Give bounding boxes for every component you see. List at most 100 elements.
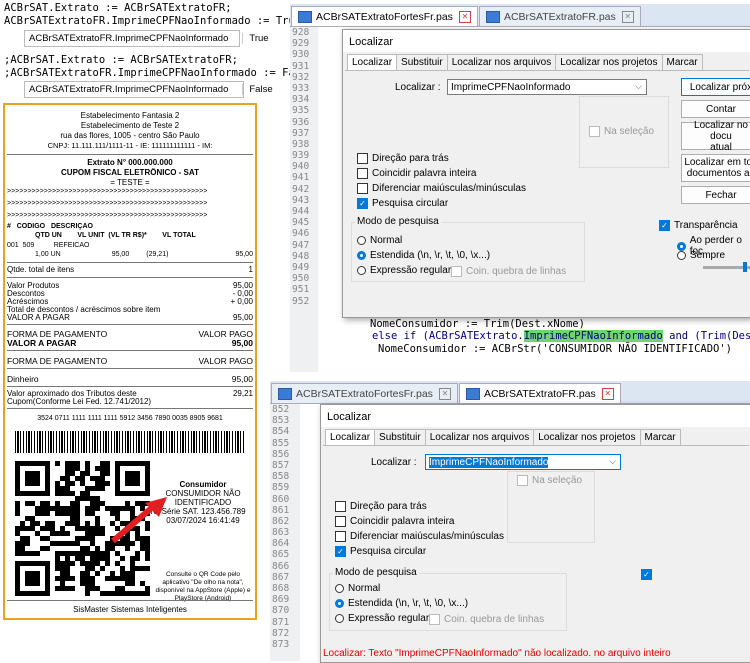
line-number: 872	[272, 627, 290, 639]
vap-value: 95,00	[231, 338, 253, 348]
qr-module	[50, 526, 55, 531]
dot-newline-checkbox[interactable]: Coin. quebra de linhas	[451, 266, 566, 277]
qr-module	[80, 471, 85, 476]
wrap-around-checkbox[interactable]: ✓ Pesquisa circular	[335, 546, 426, 557]
checkbox-box	[335, 501, 346, 512]
backward-checkbox[interactable]: Direção para trás	[357, 153, 449, 164]
qr-module	[55, 461, 60, 466]
backward-checkbox[interactable]: Direção para trás	[335, 501, 427, 512]
qr-module	[125, 571, 130, 576]
find-next-button[interactable]: Localizar próx	[681, 78, 750, 96]
in-selection-checkbox[interactable]: Na seleção	[517, 475, 582, 486]
in-selection-checkbox[interactable]: Na seleção	[589, 126, 654, 137]
transparency-checkbox[interactable]: ✓	[641, 569, 656, 580]
close-icon[interactable]: ✕	[438, 387, 451, 400]
whole-word-checkbox[interactable]: Coincidir palavra inteira	[335, 516, 455, 527]
tab-extratofr[interactable]: ACBrSATExtratoFR.pas ✕	[478, 6, 641, 26]
code-line: NomeConsumidor := ACBrStr('CONSUMIDOR NÃ…	[378, 343, 733, 355]
close-icon[interactable]: ✕	[458, 10, 471, 23]
mode-normal-radio[interactable]: Normal	[335, 583, 380, 594]
qr-module	[25, 501, 30, 506]
qr-info-line: PlayStore (Android)	[174, 595, 232, 602]
mode-normal-radio[interactable]: Normal	[357, 235, 402, 246]
count-button[interactable]: Contar	[681, 100, 750, 118]
checkbox-label: Coincidir palavra inteira	[350, 516, 455, 527]
whole-word-checkbox[interactable]: Coincidir palavra inteira	[357, 168, 477, 179]
tab-marcar[interactable]: Marcar	[661, 54, 703, 70]
qr-module	[95, 466, 100, 471]
qr-module	[65, 531, 70, 536]
qr-module	[95, 551, 100, 556]
tab-substituir[interactable]: Substituir	[396, 54, 448, 70]
qr-module	[145, 586, 150, 591]
checkbox-box	[589, 126, 600, 137]
tab-localizar-projetos[interactable]: Localizar nos projetos	[533, 429, 641, 445]
fp2-value: VALOR PAGO	[198, 356, 253, 366]
transparency-checkbox[interactable]: ✓ Transparência	[659, 220, 738, 231]
qr-module	[100, 481, 105, 486]
qr-module	[85, 511, 90, 516]
chevron-down-icon[interactable]: ⌵	[609, 456, 616, 467]
tab-localizar-arquivos[interactable]: Localizar nos arquivos	[424, 429, 535, 445]
tab-localizar[interactable]: Localizar	[347, 54, 398, 70]
code-line: else if (ACBrSATExtrato.ImprimeCPFNaoInf…	[372, 330, 750, 342]
qr-module	[55, 491, 60, 496]
line-number: 951	[292, 284, 310, 296]
transp-always-radio[interactable]: Sempre	[677, 250, 725, 261]
tab-localizar-arquivos[interactable]: Localizar nos arquivos	[446, 54, 557, 70]
match-case-checkbox[interactable]: Diferenciar maiúsculas/minúsculas	[335, 531, 504, 542]
qr-module	[90, 586, 95, 591]
qr-module	[70, 541, 75, 546]
line-number: 858	[272, 471, 290, 483]
tab-localizar-projetos[interactable]: Localizar nos projetos	[555, 54, 663, 70]
qr-module	[85, 461, 90, 466]
qr-module	[80, 526, 85, 531]
qr-module	[115, 561, 120, 566]
find-in-doc-button[interactable]: Localizar no docu atual	[681, 120, 750, 153]
qr-module	[30, 551, 35, 556]
tab-marcar[interactable]: Marcar	[639, 429, 681, 445]
tab-fortesfr[interactable]: ACBrSATExtratoFortesFr.pas ✕	[291, 6, 478, 26]
qr-module	[20, 551, 25, 556]
checkbox-label: Direção para trás	[350, 501, 427, 512]
dot-newline-checkbox[interactable]: Coin. quebra de linhas	[429, 614, 544, 625]
find-input[interactable]: ImprimeCPFNaoInformado ⌵	[425, 454, 621, 470]
slider-thumb[interactable]	[743, 262, 747, 272]
line-number: 873	[272, 638, 290, 650]
match-case-checkbox[interactable]: Diferenciar maiúsculas/minúsculas	[357, 183, 526, 194]
qr-module	[100, 591, 105, 596]
line-number: 947	[292, 239, 310, 251]
qr-module	[85, 491, 90, 496]
qr-module	[130, 571, 135, 576]
mode-extended-radio[interactable]: Estendida (\n, \r, \t, \0, \x...)	[335, 598, 468, 609]
find-input[interactable]: ImprimeCPFNaoInformado ⌵	[447, 79, 647, 95]
wrap-around-checkbox[interactable]: ✓ Pesquisa circular	[357, 198, 448, 209]
close-icon[interactable]: ✕	[601, 387, 614, 400]
qr-module	[100, 471, 105, 476]
pagar-value: 95,00	[232, 313, 253, 322]
qr-module	[65, 541, 70, 546]
fp2-label: FORMA DE PAGAMENTO	[7, 356, 108, 366]
close-icon[interactable]: ✕	[621, 10, 634, 23]
mode-extended-radio[interactable]: Estendida (\n, \r, \t, \0, \x...)	[357, 250, 490, 261]
find-all-docs-button[interactable]: Localizar em tod documentos ab	[681, 154, 750, 182]
line-number: 868	[272, 583, 290, 594]
tab-extratofr[interactable]: ACBrSATExtratoFR.pas ✕	[458, 383, 621, 403]
qr-module	[75, 516, 80, 521]
qr-module	[85, 581, 90, 586]
tab-fortesfr[interactable]: ACBrSATExtratoFortesFr.pas ✕	[271, 383, 458, 403]
chevron-down-icon[interactable]: ⌵	[635, 81, 642, 92]
qr-module	[105, 546, 110, 551]
mode-regex-radio[interactable]: Expressão regular	[335, 613, 429, 624]
qr-module	[130, 591, 135, 596]
checkbox-label: Na seleção	[532, 475, 583, 486]
tab-localizar[interactable]: Localizar	[325, 429, 376, 445]
tab-substituir[interactable]: Substituir	[374, 429, 426, 445]
qr-module	[55, 481, 60, 486]
search-highlight: ImprimeCPFNaoInformado	[523, 330, 663, 342]
mode-regex-radio[interactable]: Expressão regular	[357, 265, 451, 276]
qr-module	[90, 511, 95, 516]
qr-module	[60, 506, 65, 511]
close-button[interactable]: Fechar	[681, 186, 750, 204]
bottom-editor-tabbar: ACBrSATExtratoFortesFr.pas ✕ ACBrSATExtr…	[270, 381, 750, 404]
